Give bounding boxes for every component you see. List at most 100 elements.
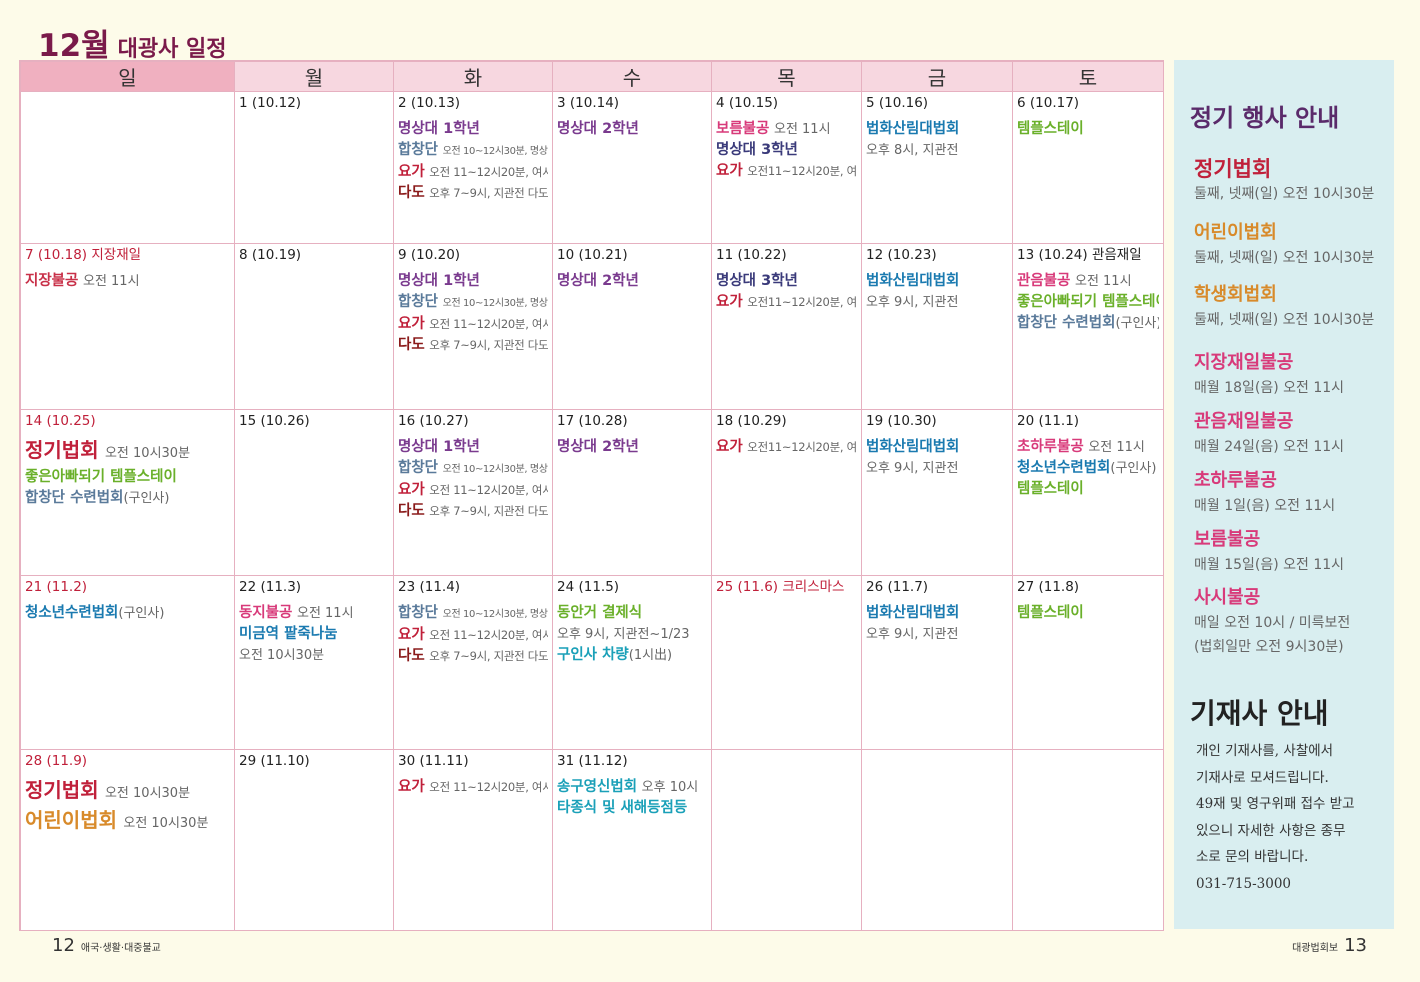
event-detail: (구인사) <box>123 491 170 506</box>
day-number: 9 (10.20) <box>398 246 548 264</box>
day-date: 4 (10.15) <box>716 95 779 111</box>
event-name: 청소년수련법회 <box>25 605 119 621</box>
event-name: 법화산림대법회 <box>866 439 960 455</box>
day-number: 22 (11.3) <box>239 578 389 596</box>
event-name: 다도 <box>398 185 425 201</box>
week-row: 14 (10.25) 정기법회 오전 10시30분 좋은아빠되기 템플스테이 합창단 … <box>20 409 1164 576</box>
day-cell: 4 (10.15) 보름불공 오전 11시 명상대 3학년 요가 오전11~12시20… <box>711 91 862 244</box>
event-item: 좋은아빠되기 템플스테이 <box>1017 292 1159 313</box>
event-name: 법화산림대법회 <box>866 273 960 289</box>
day-date: 1 (10.12) <box>239 95 302 111</box>
event-name: 명상대 3학년 <box>716 142 798 158</box>
calendar-table: 일 월 화 수 목 금 토 1 (10.12) 2 (10.13) 명상대 1학년 합… <box>20 61 1164 931</box>
event-item: 템플스테이 <box>1017 119 1159 140</box>
day-date: 11 (10.22) <box>716 247 787 263</box>
event-name: 명상대 1학년 <box>398 439 480 455</box>
event-name: 명상대 1학년 <box>398 121 480 137</box>
event-item: 좋은아빠되기 템플스테이 <box>25 467 230 488</box>
event-detail: (구인사) <box>1110 461 1157 476</box>
event-name: 요가 <box>398 627 425 643</box>
event-item: 합창단 오전 10~12시30분, 명상대강의실 <box>398 140 548 162</box>
event-name: 명상대 1학년 <box>398 273 480 289</box>
event-item: 청소년수련법회(구인사) <box>25 603 230 624</box>
sidebar-heading-2: 기재사 안내 <box>1190 697 1329 730</box>
event-item: 명상대 2학년 <box>557 437 707 458</box>
event-item: 타종식 및 새해등점등 <box>557 798 707 819</box>
event-item: 다도 오후 7~9시, 지관전 다도실 <box>398 646 548 667</box>
sidebar-item: 보름불공 매월 15일(음) 오전 11시 <box>1194 527 1344 577</box>
day-cell <box>1012 749 1164 931</box>
day-number: 18 (10.29) <box>716 412 857 430</box>
day-cell: 6 (10.17) 템플스테이 <box>1012 91 1164 244</box>
event-item: 법화산림대법회 <box>866 437 1008 458</box>
day-date: 13 (10.24) <box>1017 247 1088 263</box>
day-number: 1 (10.12) <box>239 94 389 112</box>
event-detail: 오후 9시, 지관전 <box>866 627 959 642</box>
day-number: 24 (11.5) <box>557 578 707 596</box>
week-row: 7 (10.18) 지장재일 지장불공 오전 11시 8 (10.19) 9 (10.… <box>20 243 1164 410</box>
event-detail: 오전 11~12시20분, 여시관 <box>429 317 548 331</box>
sidebar-item: 관음재일불공 매월 24일(음) 오전 11시 <box>1194 409 1344 459</box>
day-date: 29 (11.10) <box>239 753 310 769</box>
event-detail: (1시出) <box>628 648 673 663</box>
day-number: 31 (11.12) <box>557 752 707 770</box>
event-name: 다도 <box>398 503 425 519</box>
footer-left-label: 애국·생활·대중불교 <box>80 943 161 954</box>
event-detail: 오후 7~9시, 지관전 다도실 <box>429 504 548 518</box>
day-cell: 7 (10.18) 지장재일 지장불공 오전 11시 <box>20 243 235 410</box>
event-name: 명상대 2학년 <box>557 439 639 455</box>
event-item: 요가 오전11~12시20분, 여시관 <box>716 292 857 313</box>
sidebar-item-schedule: 매월 1일(음) 오전 11시 <box>1194 498 1336 514</box>
day-date: 19 (10.30) <box>866 413 937 429</box>
event-item: 오후 9시, 지관전 <box>866 624 1008 645</box>
day-date: 20 (11.1) <box>1017 413 1080 429</box>
sidebar-item-schedule-note: (법회일만 오전 9시30분) <box>1194 639 1344 655</box>
day-date: 22 (11.3) <box>239 579 302 595</box>
day-cell: 31 (11.12) 송구영신법회 오후 10시타종식 및 새해등점등 <box>552 749 712 931</box>
day-cell: 14 (10.25) 정기법회 오전 10시30분 좋은아빠되기 템플스테이 합창단 … <box>20 409 235 576</box>
day-cell: 27 (11.8) 템플스테이 <box>1012 575 1164 750</box>
day-date: 24 (11.5) <box>557 579 620 595</box>
event-detail: 오후 10시 <box>641 780 699 795</box>
weekday-mon: 월 <box>234 61 394 92</box>
event-name: 템플스테이 <box>1017 121 1084 137</box>
event-name: 명상대 2학년 <box>557 273 639 289</box>
day-number: 23 (11.4) <box>398 578 548 596</box>
event-item: 합창단 오전 10~12시30분, 명상대강의실 <box>398 603 548 625</box>
day-number: 10 (10.21) <box>557 246 707 264</box>
event-name: 명상대 2학년 <box>557 121 639 137</box>
weekday-sat: 토 <box>1012 61 1164 92</box>
event-detail: (구인사) <box>1115 316 1159 331</box>
event-name: 미금역 팥죽나눔 <box>239 626 338 642</box>
day-date: 31 (11.12) <box>557 753 628 769</box>
event-detail: 오전11~12시20분, 여시관 <box>747 295 857 309</box>
footer-left-page: 12 <box>52 935 75 956</box>
event-item: 명상대 2학년 <box>557 271 707 292</box>
event-name: 정기법회 <box>25 438 99 462</box>
day-cell: 23 (11.4) 합창단 오전 10~12시30분, 명상대강의실요가 오전 1… <box>393 575 553 750</box>
event-name: 송구영신법회 <box>557 779 638 795</box>
day-cell: 10 (10.21) 명상대 2학년 <box>552 243 712 410</box>
event-name: 동안거 결제식 <box>557 605 643 621</box>
event-name: 다도 <box>398 648 425 664</box>
event-detail: 오전 11~12시20분, 여시관 <box>429 165 548 179</box>
event-name: 요가 <box>398 482 425 498</box>
day-date: 12 (10.23) <box>866 247 937 263</box>
event-detail: (구인사) <box>118 606 165 621</box>
event-item: 요가 오전 11~12시20분, 여시관 <box>398 314 548 335</box>
day-number: 7 (10.18) 지장재일 <box>25 246 230 264</box>
day-date: 26 (11.7) <box>866 579 929 595</box>
event-item: 청소년수련법회(구인사) <box>1017 458 1159 479</box>
day-cell: 11 (10.22) 명상대 3학년요가 오전11~12시20분, 여시관 <box>711 243 862 410</box>
day-date: 23 (11.4) <box>398 579 461 595</box>
day-number: 19 (10.30) <box>866 412 1008 430</box>
event-detail: 오전 10시30분 <box>239 648 325 663</box>
day-number: 13 (10.24) 관음재일 <box>1017 246 1159 264</box>
week-row: 21 (11.2) 청소년수련법회(구인사) 22 (11.3) 동지불공 오전 11… <box>20 575 1164 750</box>
day-cell: 13 (10.24) 관음재일 관음불공 오전 11시 좋은아빠되기 템플스테이 합창… <box>1012 243 1164 410</box>
day-number: 16 (10.27) <box>398 412 548 430</box>
day-date: 7 (10.18) <box>25 247 88 263</box>
weekday-tue: 화 <box>393 61 553 92</box>
event-item: 초하루불공 오전 11시 <box>1017 437 1159 458</box>
weekday-wed: 수 <box>552 61 712 92</box>
